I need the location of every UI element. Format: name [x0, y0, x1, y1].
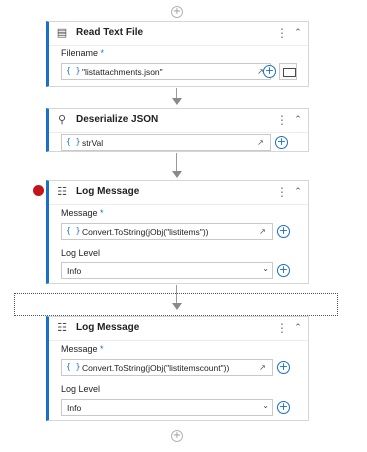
collapse-icon[interactable]: ⌃	[290, 25, 306, 41]
expression-icon: { }	[66, 226, 81, 235]
chevron-down-icon: ⌄	[262, 401, 269, 410]
activity-header[interactable]: ⚲ Deserialize JSON ⋮ ⌃	[49, 109, 308, 133]
connector-line	[176, 285, 177, 303]
deserialize-json-icon: ⚲	[57, 113, 67, 126]
filename-value: "listattachments.json"	[82, 67, 163, 77]
log-message-icon: ☷	[57, 321, 67, 334]
add-variable-button[interactable]: +	[277, 361, 290, 374]
log-level-label: Log Level	[61, 248, 101, 258]
connector-arrow-icon	[172, 171, 182, 178]
activity-title: Log Message	[76, 186, 140, 197]
read-text-file-activity[interactable]: ▤ Read Text File ⋮ ⌃ Filename * { } "lis…	[46, 21, 309, 87]
add-variable-button[interactable]: +	[275, 136, 288, 149]
add-variable-button[interactable]: +	[277, 401, 290, 414]
filename-label: Filename *	[61, 48, 105, 58]
activity-header[interactable]: ▤ Read Text File ⋮ ⌃	[49, 22, 308, 46]
expand-editor-icon[interactable]: ↗	[257, 362, 268, 373]
add-activity-bottom-button[interactable]: +	[171, 430, 183, 442]
message-input[interactable]: { } Convert.ToString(jObj("listitemscoun…	[61, 359, 273, 376]
folder-icon	[283, 68, 296, 77]
add-variable-button[interactable]: +	[277, 264, 290, 277]
connector-arrow-icon	[172, 303, 182, 310]
expression-icon: { }	[66, 137, 81, 146]
expand-editor-icon[interactable]: ↗	[255, 137, 266, 148]
more-options-icon[interactable]: ⋮	[276, 25, 288, 41]
log-level-select[interactable]: Info ⌄	[61, 262, 273, 279]
breakpoint-icon[interactable]	[33, 185, 44, 196]
connector-line	[176, 88, 177, 98]
collapse-icon[interactable]: ⌃	[290, 112, 306, 128]
activity-title: Read Text File	[76, 27, 144, 38]
collapse-icon[interactable]: ⌃	[290, 320, 306, 336]
log-message-activity[interactable]: ☷ Log Message ⋮ ⌃ Message * { } Convert.…	[46, 180, 309, 284]
activity-title: Deserialize JSON	[76, 114, 159, 125]
more-options-icon[interactable]: ⋮	[276, 320, 288, 336]
add-variable-button[interactable]: +	[277, 225, 290, 238]
message-input[interactable]: { } Convert.ToString(jObj("listitems")) …	[61, 223, 273, 240]
expression-icon: { }	[66, 66, 81, 75]
log-level-select[interactable]: Info ⌄	[61, 399, 273, 416]
collapse-icon[interactable]: ⌃	[290, 184, 306, 200]
activity-header[interactable]: ☷ Log Message ⋮ ⌃	[49, 181, 308, 205]
log-level-value: Info	[67, 266, 82, 276]
browse-file-button[interactable]	[279, 63, 297, 80]
message-value: Convert.ToString(jObj("listitems"))	[82, 227, 209, 237]
log-level-value: Info	[67, 403, 82, 413]
connector-arrow-icon	[172, 98, 182, 105]
message-value: Convert.ToString(jObj("listitemscount"))	[82, 363, 230, 373]
add-activity-top-button[interactable]: +	[171, 6, 183, 18]
activity-header[interactable]: ☷ Log Message ⋮ ⌃	[49, 317, 308, 341]
add-variable-button[interactable]: +	[263, 65, 276, 78]
filename-input[interactable]: { } "listattachments.json" ↗	[61, 63, 271, 80]
log-message-activity[interactable]: ☷ Log Message ⋮ ⌃ Message * { } Convert.…	[46, 316, 309, 421]
message-label: Message *	[61, 208, 104, 218]
more-options-icon[interactable]: ⋮	[276, 112, 288, 128]
connector-line	[176, 153, 177, 171]
activity-title: Log Message	[76, 322, 140, 333]
expand-editor-icon[interactable]: ↗	[257, 226, 268, 237]
json-string-value: strVal	[82, 138, 104, 148]
deserialize-json-activity[interactable]: ⚲ Deserialize JSON ⋮ ⌃ { } strVal ↗ +	[46, 108, 309, 152]
message-label: Message *	[61, 344, 104, 354]
chevron-down-icon: ⌄	[262, 264, 269, 273]
log-level-label: Log Level	[61, 384, 101, 394]
read-text-file-icon: ▤	[56, 26, 68, 39]
expression-icon: { }	[66, 362, 81, 371]
json-string-input[interactable]: { } strVal ↗	[61, 134, 271, 151]
log-message-icon: ☷	[57, 185, 67, 198]
more-options-icon[interactable]: ⋮	[276, 184, 288, 200]
